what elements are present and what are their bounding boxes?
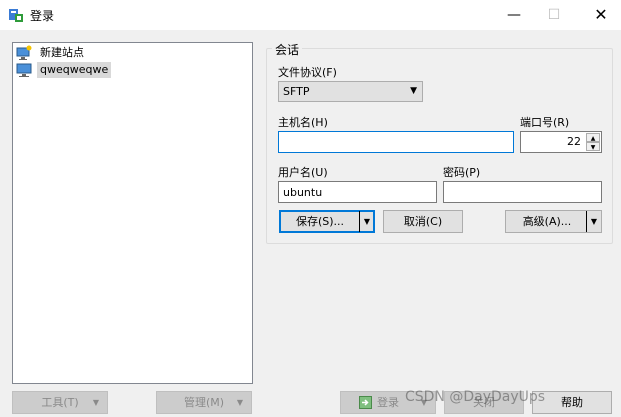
password-input[interactable] — [443, 181, 602, 203]
login-icon — [359, 396, 372, 409]
chevron-down-icon: ▼ — [92, 398, 99, 407]
new-site-icon — [16, 45, 32, 60]
save-button-label: 保存(S)... — [295, 215, 345, 228]
window-title: 登录 — [30, 9, 55, 23]
site-tree[interactable]: 新建站点 qweqweqwe — [12, 42, 253, 384]
port-spinner[interactable]: 22 ▲ ▼ — [520, 131, 602, 153]
save-button[interactable]: 保存(S)... ▼ — [279, 210, 375, 233]
advanced-dropdown-arrow-icon[interactable]: ▼ — [586, 211, 601, 232]
login-button-label: 登录 — [377, 396, 399, 409]
tools-button[interactable]: 工具(T) ▼ — [12, 391, 108, 414]
manage-button[interactable]: 管理(M) ▼ — [156, 391, 252, 414]
chevron-down-icon: ▼ — [236, 398, 243, 407]
protocol-label: 文件协议(F) — [278, 66, 337, 79]
session-group-title: 会话 — [272, 41, 303, 58]
advanced-button-label: 高级(A)... — [522, 215, 572, 228]
watermark: CSDN @DayDayUps — [405, 389, 546, 405]
tools-button-label: 工具(T) — [41, 396, 79, 409]
tree-item-label: qweqweqwe — [37, 62, 112, 78]
advanced-button[interactable]: 高级(A)... ▼ — [505, 210, 602, 233]
save-dropdown-arrow-icon[interactable]: ▼ — [359, 211, 374, 232]
chevron-down-icon: ▼ — [410, 86, 417, 96]
port-label: 端口号(R) — [520, 116, 570, 129]
tree-item-new-site[interactable]: 新建站点 — [16, 45, 87, 61]
host-input[interactable] — [278, 131, 514, 153]
manage-button-label: 管理(M) — [183, 396, 225, 409]
username-input[interactable] — [278, 181, 437, 203]
port-value: 22 — [567, 135, 581, 148]
tree-item-label: 新建站点 — [40, 46, 84, 59]
cancel-button[interactable]: 取消(C) — [383, 210, 463, 233]
password-label: 密码(P) — [443, 166, 481, 179]
spin-up-icon[interactable]: ▲ — [586, 133, 600, 142]
close-window-button[interactable]: ✕ — [578, 0, 621, 30]
protocol-value: SFTP — [283, 85, 310, 98]
tree-item-qweqweqwe[interactable]: qweqweqwe — [16, 62, 112, 78]
maximize-button[interactable]: ☐ — [531, 0, 577, 30]
host-label: 主机名(H) — [278, 116, 328, 129]
protocol-select[interactable]: SFTP ▼ — [278, 81, 423, 102]
app-icon — [9, 9, 23, 22]
user-label: 用户名(U) — [278, 166, 328, 179]
computer-icon — [16, 63, 32, 77]
spin-down-icon[interactable]: ▼ — [586, 142, 600, 151]
